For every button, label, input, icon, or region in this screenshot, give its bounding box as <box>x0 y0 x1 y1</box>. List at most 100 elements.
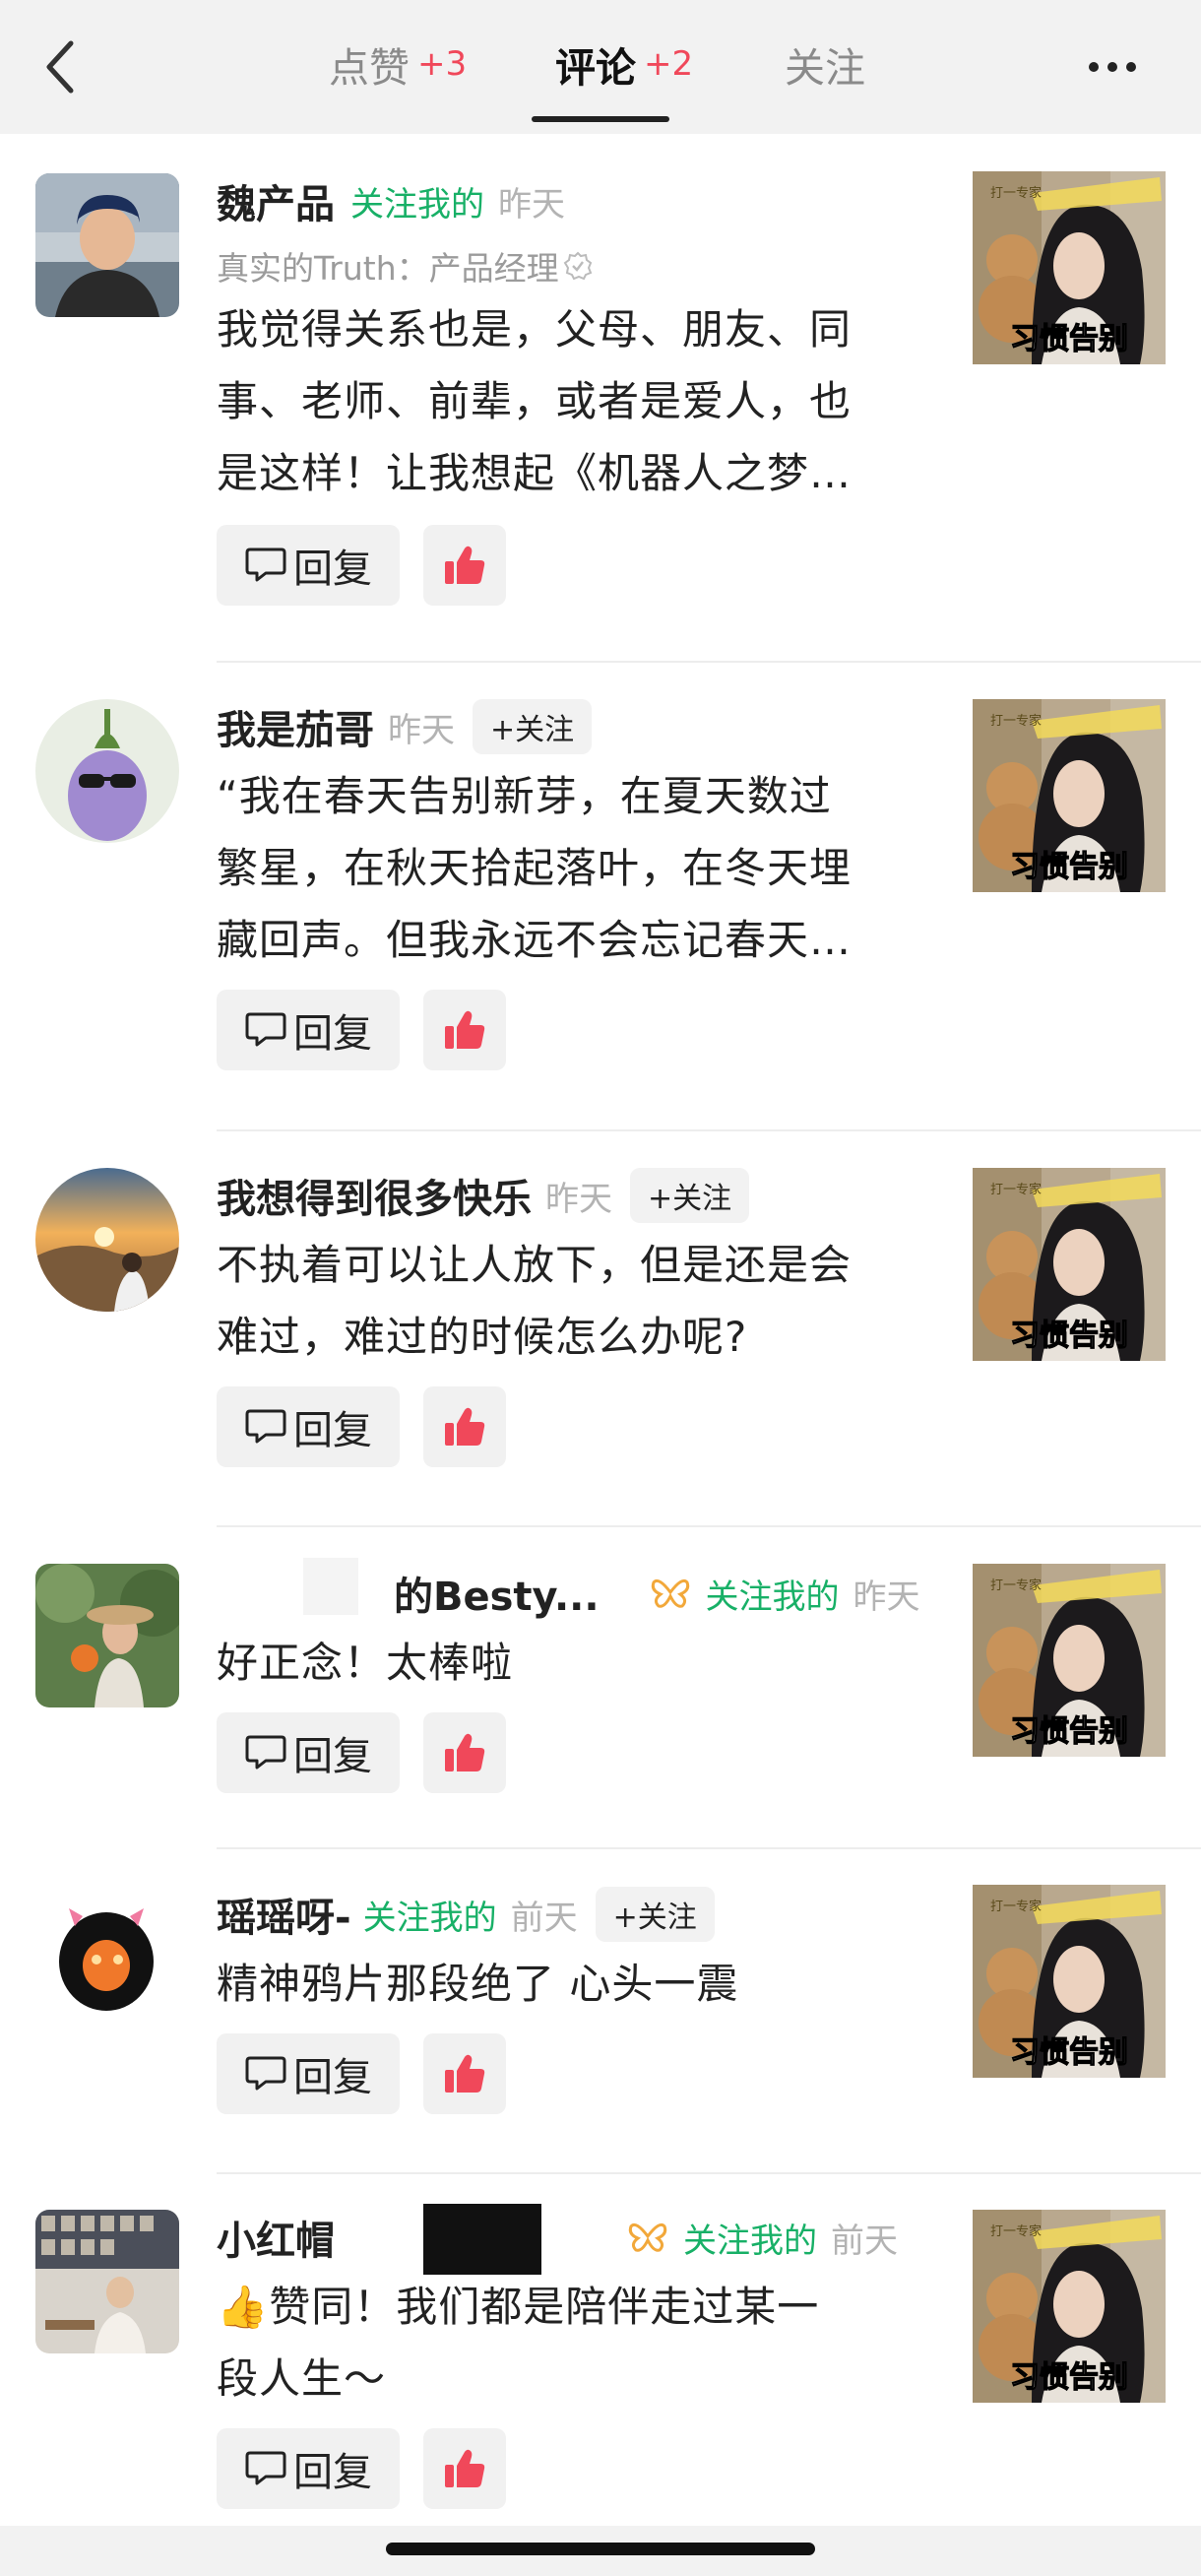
reply-label: 回复 <box>293 2055 372 2100</box>
redacted-area <box>303 1558 358 1615</box>
comment-line: 段人生～ <box>217 2354 387 2403</box>
tab-likes-count: +3 <box>417 44 468 84</box>
follow-button[interactable]: +关注 <box>630 1168 750 1223</box>
thumbs-up-icon <box>441 2050 488 2097</box>
tab-likes[interactable]: 点赞 +3 <box>329 30 467 98</box>
top-nav-bar: 点赞 +3 评论 +2 关注 <box>0 0 1201 134</box>
comment-line: 不执着可以让人放下，但是还是会 <box>217 1241 853 1289</box>
reply-label: 回复 <box>293 1408 372 1453</box>
avatar[interactable]: 干嘛么你 <box>35 1887 179 2030</box>
comment-bubble-icon <box>244 1010 287 1050</box>
username[interactable]: 我是茄哥 <box>217 698 374 755</box>
follows-you-badge: 关注我的 <box>350 184 484 225</box>
comment-line: 是这样！让我想起《机器人之梦… <box>217 449 853 497</box>
divider <box>217 1129 1201 1131</box>
like-button[interactable] <box>423 2033 506 2114</box>
verified-badge-icon <box>563 251 592 281</box>
username[interactable]: 小红帽 <box>217 2209 335 2266</box>
like-button[interactable] <box>423 2428 506 2509</box>
post-thumbnail[interactable] <box>973 1564 1166 1757</box>
username[interactable]: 我想得到很多快乐 <box>217 1167 532 1224</box>
follows-you-badge: 关注我的 <box>705 1577 840 1617</box>
user-title: 真实的Truth：产品经理 <box>217 249 559 288</box>
tab-comments-label: 评论 <box>555 44 636 92</box>
avatar-caption: 干嘛么你 <box>79 2011 134 2027</box>
comment-bubble-icon <box>244 546 287 585</box>
home-bar <box>0 2526 1201 2576</box>
like-button[interactable] <box>423 525 506 606</box>
comment-text: “我在春天告别新芽，在夏天数过 繁星，在秋天拾起落叶，在冬天埋 藏回声。但我永远… <box>217 760 925 976</box>
tab-comments[interactable]: 评论 +2 <box>555 30 693 98</box>
more-options-button[interactable] <box>1073 43 1152 91</box>
thumbs-up-icon <box>441 1006 488 1054</box>
redacted-area <box>423 2204 541 2275</box>
timestamp: 昨天 <box>388 710 455 750</box>
like-button[interactable] <box>423 1712 506 1793</box>
timestamp: 昨天 <box>545 1179 612 1219</box>
tab-follows-label: 关注 <box>785 44 865 92</box>
timestamp: 昨天 <box>853 1577 920 1617</box>
post-thumbnail[interactable] <box>973 2210 1166 2403</box>
home-indicator[interactable] <box>386 2543 815 2555</box>
reply-label: 回复 <box>293 1734 372 1779</box>
reply-label: 回复 <box>293 1011 372 1057</box>
comment-text: 好正念！太棒啦 <box>217 1627 925 1699</box>
avatar[interactable] <box>35 173 179 317</box>
divider <box>217 1525 1201 1527</box>
more-dot <box>1107 62 1117 72</box>
reply-button[interactable]: 回复 <box>217 2428 400 2509</box>
comment-text: 不执着可以让人放下，但是还是会 难过，难过的时候怎么办呢? <box>217 1229 925 1373</box>
comment-line: 好正念！太棒啦 <box>217 1639 514 1687</box>
timestamp: 前天 <box>510 1898 578 1938</box>
thumbs-up-icon <box>441 1729 488 1776</box>
user-verified-title: 真实的Truth：产品经理 <box>217 238 925 293</box>
post-thumbnail[interactable] <box>973 171 1166 364</box>
follows-you-badge: 关注我的 <box>362 1898 497 1938</box>
divider <box>217 661 1201 663</box>
comment-line: 我觉得关系也是，父母、朋友、同 <box>217 305 853 354</box>
more-dots-icon <box>1089 62 1099 72</box>
avatar[interactable] <box>35 699 179 843</box>
active-tab-indicator <box>532 116 669 122</box>
thumbs-up-icon <box>441 1403 488 1450</box>
comment-line: 精神鸦片那段绝了 心头一震 <box>217 1960 739 2008</box>
comment-line: 难过，难过的时候怎么办呢? <box>217 1313 748 1361</box>
follow-button[interactable]: +关注 <box>595 1887 715 1942</box>
post-thumbnail[interactable] <box>973 1885 1166 2078</box>
post-thumbnail[interactable] <box>973 1168 1166 1361</box>
reply-button[interactable]: 回复 <box>217 990 400 1070</box>
like-button[interactable] <box>423 990 506 1070</box>
comment-text: 精神鸦片那段绝了 心头一震 <box>217 1948 925 2020</box>
comment-text: 我觉得关系也是，父母、朋友、同 事、老师、前辈，或者是爱人，也 是这样！让我想起… <box>217 293 925 509</box>
comment-line: “我在春天告别新芽，在夏天数过 <box>217 772 832 820</box>
butterfly-icon <box>628 2222 667 2252</box>
tab-likes-label: 点赞 <box>329 44 410 92</box>
comment-bubble-icon <box>244 2449 287 2488</box>
reply-button[interactable]: 回复 <box>217 2033 400 2114</box>
reply-button[interactable]: 回复 <box>217 1712 400 1793</box>
post-thumbnail[interactable] <box>973 699 1166 892</box>
comment-bubble-icon <box>244 1407 287 1447</box>
reply-button[interactable]: 回复 <box>217 1386 400 1467</box>
follows-you-badge: 关注我的 <box>683 2221 817 2261</box>
follow-button[interactable]: +关注 <box>473 699 593 754</box>
reply-label: 回复 <box>293 547 372 592</box>
avatar[interactable] <box>35 1168 179 1312</box>
comment-line: 事、老师、前辈，或者是爱人，也 <box>217 377 853 425</box>
username[interactable]: 瑶瑶呀- <box>217 1886 351 1943</box>
divider <box>217 2172 1201 2174</box>
timestamp: 前天 <box>831 2221 898 2261</box>
avatar[interactable] <box>35 1564 179 1707</box>
username[interactable]: 魏产品 <box>217 172 335 229</box>
username[interactable]: 的Besty... <box>394 1565 600 1622</box>
comment-text: 👍赞同！我们都是陪伴走过某一 段人生～ <box>217 2271 925 2415</box>
comment-line: 👍赞同！我们都是陪伴走过某一 <box>217 2283 820 2331</box>
butterfly-icon <box>651 1578 689 1608</box>
avatar[interactable] <box>35 2210 179 2353</box>
more-dot <box>1126 62 1136 72</box>
like-button[interactable] <box>423 1386 506 1467</box>
tab-follows[interactable]: 关注 <box>785 30 865 98</box>
reply-button[interactable]: 回复 <box>217 525 400 606</box>
tab-comments-count: +2 <box>644 44 694 84</box>
comment-line: 藏回声。但我永远不会忘记春天… <box>217 916 853 964</box>
